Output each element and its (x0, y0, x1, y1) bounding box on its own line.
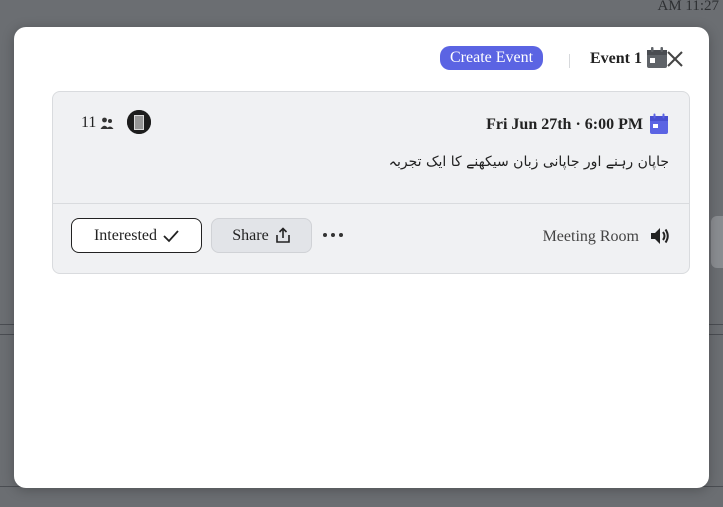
event-location: Meeting Room (542, 228, 639, 245)
event-date-time: Fri Jun 27th · 6:00 PM (486, 116, 643, 133)
modal-title: Event 1 (590, 50, 642, 67)
create-event-button[interactable]: Create Event (440, 46, 544, 70)
event-description: جاپان رہنے اور جاپانی زبان سیکھنے کا ایک… (388, 154, 669, 170)
more-icon[interactable] (321, 225, 345, 245)
event-card[interactable]: 11 Fri Jun 27th · 6:00 PM جاپان رہنے اور… (52, 91, 690, 274)
interested-label: Interested (93, 226, 158, 244)
share-button[interactable]: Share (211, 218, 312, 253)
modal-header: Create Event Event 1 (14, 46, 709, 74)
close-icon[interactable] (664, 48, 686, 70)
attendee-count: 11 (81, 114, 97, 131)
share-icon (275, 227, 290, 243)
background-time: AM 11:27 (657, 0, 719, 14)
background-tab (711, 216, 723, 268)
share-label: Share (232, 226, 269, 244)
interested-button[interactable]: Interested (71, 218, 202, 253)
card-divider (53, 203, 689, 204)
calendar-icon (650, 113, 668, 134)
avatar[interactable] (127, 110, 151, 134)
event-modal: Create Event Event 1 11 Fri Jun 27th · 6… (14, 27, 709, 488)
header-divider (569, 54, 570, 68)
speaker-icon[interactable] (649, 225, 671, 247)
check-icon (163, 229, 179, 242)
people-icon (100, 117, 114, 129)
